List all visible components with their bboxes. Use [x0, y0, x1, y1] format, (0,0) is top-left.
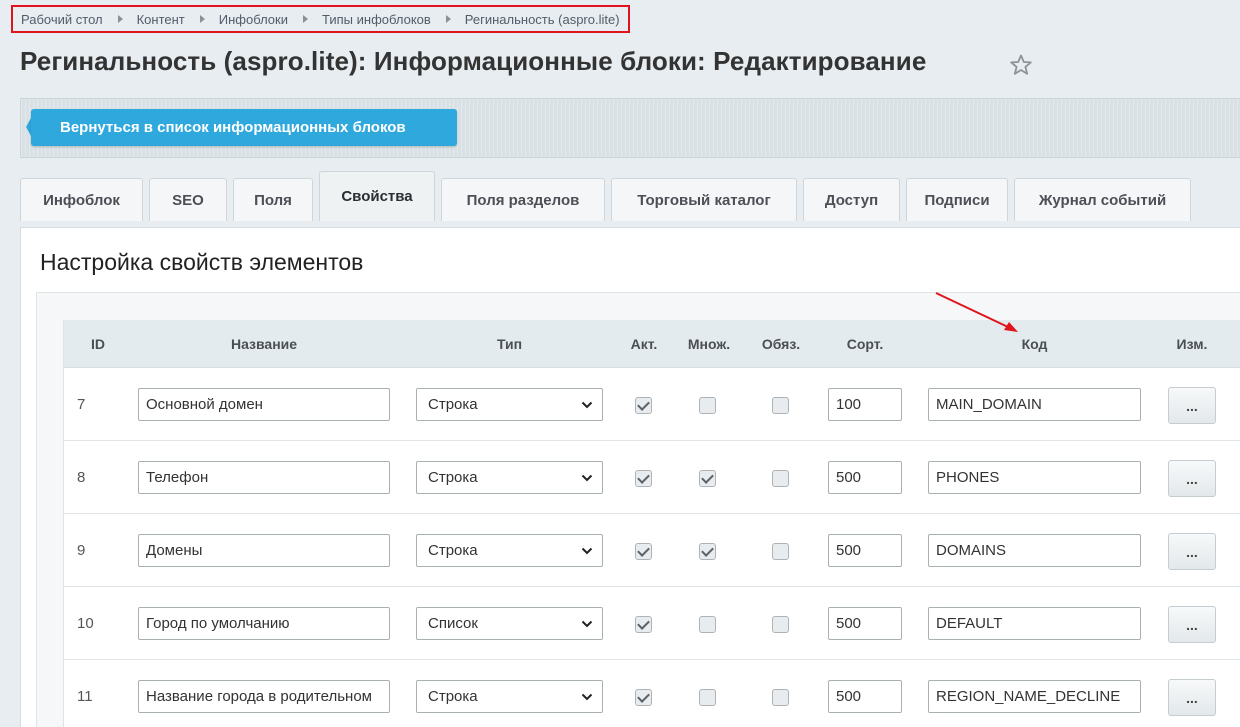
active-checkbox[interactable]: [635, 616, 652, 633]
multiple-checkbox[interactable]: [699, 689, 716, 706]
header-multiple: Множ.: [687, 336, 731, 352]
edit-property-button[interactable]: ...: [1168, 387, 1216, 424]
table-header: ID Название Тип Акт. Множ. Обяз. Сорт. К…: [64, 320, 1240, 368]
row-id: 9: [77, 541, 86, 559]
table-row: 8 Телефон Строка 500 PHONES ...: [64, 441, 1240, 514]
header-sort: Сорт.: [846, 336, 884, 352]
property-type-select[interactable]: Список: [416, 607, 603, 640]
active-checkbox[interactable]: [635, 689, 652, 706]
header-name: Название: [230, 336, 298, 352]
property-name-input[interactable]: Телефон: [138, 461, 390, 494]
chevron-down-icon: [581, 474, 593, 482]
tab-access[interactable]: Доступ: [803, 178, 900, 221]
row-id: 11: [77, 687, 93, 705]
sort-input[interactable]: 500: [828, 607, 902, 640]
property-name-input[interactable]: Город по умолчанию: [138, 607, 390, 640]
property-type-select[interactable]: Строка: [416, 534, 603, 567]
chevron-down-icon: [581, 401, 593, 409]
star-icon[interactable]: [1009, 53, 1033, 77]
property-type-value: Строка: [428, 396, 478, 413]
code-input[interactable]: MAIN_DOMAIN: [928, 388, 1141, 421]
code-input[interactable]: DOMAINS: [928, 534, 1141, 567]
tab-section-fields[interactable]: Поля разделов: [441, 178, 605, 221]
sort-input[interactable]: 500: [828, 534, 902, 567]
page-title: Регинальность (aspro.lite): Информационн…: [20, 46, 927, 76]
breadcrumb: Рабочий стол Контент Инфоблоки Типы инфо…: [11, 5, 630, 33]
tab-bar: Инфоблок SEO Поля Свойства Поля разделов…: [20, 171, 1197, 221]
tab-seo[interactable]: SEO: [149, 178, 227, 221]
tab-fields[interactable]: Поля: [233, 178, 313, 221]
tab-event-log[interactable]: Журнал событий: [1014, 178, 1191, 221]
properties-table: ID Название Тип Акт. Множ. Обяз. Сорт. К…: [63, 320, 1240, 727]
row-id: 10: [77, 614, 94, 632]
multiple-checkbox[interactable]: [699, 616, 716, 633]
tab-captions[interactable]: Подписи: [906, 178, 1008, 221]
required-checkbox[interactable]: [772, 616, 789, 633]
property-type-value: Строка: [428, 688, 478, 705]
header-type: Тип: [496, 336, 523, 352]
property-type-value: Список: [428, 615, 478, 632]
active-checkbox[interactable]: [635, 543, 652, 560]
sort-input[interactable]: 500: [828, 680, 902, 713]
chevron-down-icon: [581, 693, 593, 701]
edit-property-button[interactable]: ...: [1168, 679, 1216, 716]
section-title: Настройка свойств элементов: [40, 249, 364, 275]
property-type-select[interactable]: Строка: [416, 680, 603, 713]
row-id: 7: [77, 395, 86, 413]
required-checkbox[interactable]: [772, 397, 789, 414]
required-checkbox[interactable]: [772, 543, 789, 560]
tab-infoblock[interactable]: Инфоблок: [20, 178, 143, 221]
breadcrumb-item-regionality[interactable]: Регинальность (aspro.lite): [465, 12, 620, 27]
table-row: 7 Основной домен Строка 100 MAIN_DOMAIN …: [64, 368, 1240, 441]
tab-properties[interactable]: Свойства: [319, 171, 435, 221]
row-id: 8: [77, 468, 86, 486]
breadcrumb-item-content[interactable]: Контент: [137, 12, 185, 27]
header-required: Обяз.: [761, 336, 801, 352]
edit-property-button[interactable]: ...: [1168, 533, 1216, 570]
required-checkbox[interactable]: [772, 689, 789, 706]
property-type-select[interactable]: Строка: [416, 388, 603, 421]
triangle-right-icon: [117, 15, 123, 23]
header-id: ID: [91, 336, 105, 352]
property-type-value: Строка: [428, 542, 478, 559]
header-active: Акт.: [630, 336, 658, 352]
table-body: 7 Основной домен Строка 100 MAIN_DOMAIN …: [64, 368, 1240, 727]
multiple-checkbox[interactable]: [699, 397, 716, 414]
chevron-down-icon: [581, 547, 593, 555]
edit-property-button[interactable]: ...: [1168, 460, 1216, 497]
multiple-checkbox[interactable]: [699, 543, 716, 560]
header-edit: Изм.: [1176, 336, 1208, 352]
breadcrumb-item-desktop[interactable]: Рабочий стол: [21, 12, 103, 27]
breadcrumb-item-infoblock-types[interactable]: Типы инфоблоков: [322, 12, 431, 27]
property-type-select[interactable]: Строка: [416, 461, 603, 494]
active-checkbox[interactable]: [635, 470, 652, 487]
multiple-checkbox[interactable]: [699, 470, 716, 487]
active-checkbox[interactable]: [635, 397, 652, 414]
code-input[interactable]: REGION_NAME_DECLINE: [928, 680, 1141, 713]
property-type-value: Строка: [428, 469, 478, 486]
breadcrumb-item-infoblocks[interactable]: Инфоблоки: [219, 12, 288, 27]
table-row: 10 Город по умолчанию Список 500 DEFAULT…: [64, 587, 1240, 660]
table-row: 11 Название города в родительном Строка …: [64, 660, 1240, 727]
annotation-arrow-icon: [935, 292, 1018, 332]
property-name-input[interactable]: Название города в родительном: [138, 680, 390, 713]
edit-property-button[interactable]: ...: [1168, 606, 1216, 643]
code-input[interactable]: DEFAULT: [928, 607, 1141, 640]
triangle-right-icon: [303, 15, 308, 23]
tab-trade-catalog[interactable]: Торговый каталог: [611, 178, 797, 221]
property-name-input[interactable]: Домены: [138, 534, 390, 567]
property-name-input[interactable]: Основной домен: [138, 388, 390, 421]
back-to-list-button[interactable]: Вернуться в список информационных блоков: [31, 109, 457, 146]
code-input[interactable]: PHONES: [928, 461, 1141, 494]
sort-input[interactable]: 100: [828, 388, 902, 421]
triangle-right-icon: [199, 15, 205, 23]
required-checkbox[interactable]: [772, 470, 789, 487]
chevron-down-icon: [581, 620, 593, 628]
sort-input[interactable]: 500: [828, 461, 902, 494]
triangle-right-icon: [445, 15, 451, 23]
table-row: 9 Домены Строка 500 DOMAINS ...: [64, 514, 1240, 587]
